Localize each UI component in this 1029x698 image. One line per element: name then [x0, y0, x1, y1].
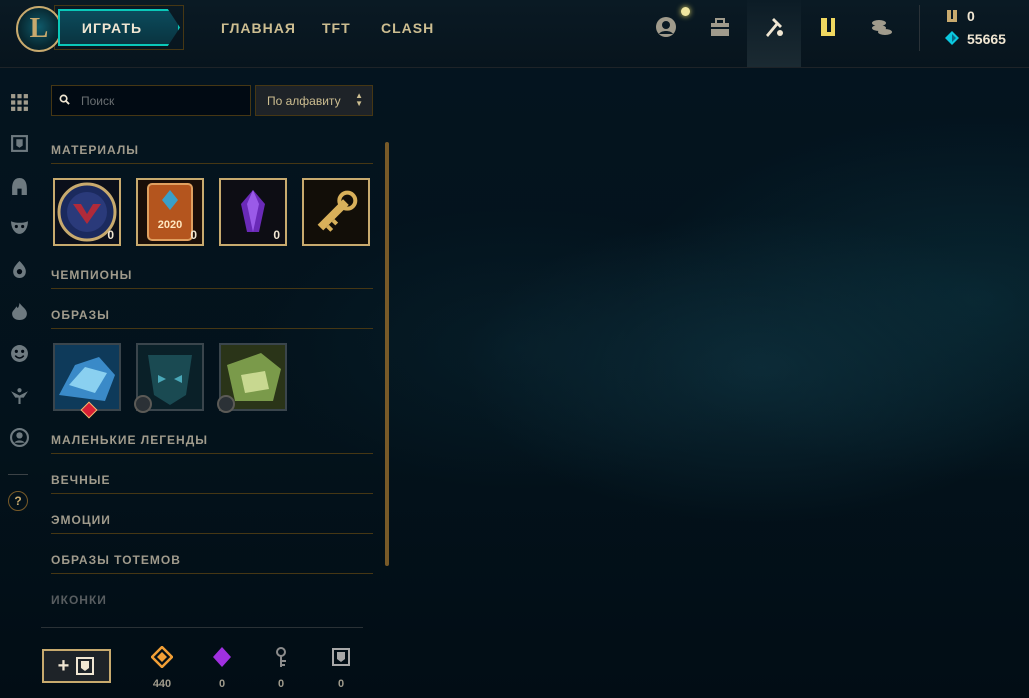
chevron-updown-icon: ▲ ▼ — [355, 91, 363, 108]
sort-dropdown-label: По алфавиту — [267, 93, 341, 108]
resource-value: 0 — [218, 678, 226, 690]
craft-chest-button[interactable]: + — [42, 649, 111, 683]
loot-icon[interactable] — [760, 13, 788, 41]
skin-tile[interactable] — [53, 343, 121, 419]
help-button[interactable]: ? — [8, 491, 28, 511]
resource-chest: 0 — [321, 645, 361, 690]
skin-tile[interactable] — [134, 343, 204, 413]
face-icon[interactable] — [9, 343, 29, 363]
material-count: 0 — [190, 228, 197, 242]
rarity-icon — [134, 395, 152, 413]
rail-divider — [8, 474, 28, 475]
resource-blue-essence: 440 — [142, 645, 182, 690]
notification-dot — [681, 7, 690, 16]
top-bar: L ИГРАТЬ ГЛАВНАЯ TFT CLASH 0 55665 — [0, 0, 1029, 68]
riot-points-balance: 55665 — [967, 31, 1006, 47]
store-icon[interactable] — [814, 13, 842, 41]
mask-icon[interactable] — [9, 216, 29, 236]
emote-icon[interactable] — [9, 301, 29, 321]
section-little-legends[interactable]: МАЛЕНЬКИЕ ЛЕГЕНДЫ — [51, 433, 373, 454]
resource-value: 440 — [152, 678, 172, 690]
section-eternals[interactable]: ВЕЧНЫЕ — [51, 473, 373, 494]
section-champions[interactable]: ЧЕМПИОНЫ — [51, 268, 373, 289]
helmet-icon[interactable] — [9, 176, 29, 196]
blue-essence-icon — [142, 645, 182, 669]
nav-clash[interactable]: CLASH — [381, 20, 434, 36]
search-box — [51, 85, 251, 116]
chest-icon[interactable] — [9, 133, 29, 153]
section-emotes[interactable]: ЭМОЦИИ — [51, 513, 373, 534]
svg-text:2020: 2020 — [158, 219, 182, 231]
totem-icon[interactable] — [9, 385, 29, 405]
section-materials[interactable]: МАТЕРИАЛЫ — [51, 143, 373, 164]
skin-1 — [55, 345, 119, 409]
key-icon — [304, 180, 368, 244]
section-skins[interactable]: ОБРАЗЫ — [51, 308, 373, 329]
grid-icon[interactable] — [9, 92, 29, 112]
ward-icon[interactable] — [9, 259, 29, 279]
material-tile[interactable]: 2020 0 — [136, 178, 204, 246]
nav-tft[interactable]: TFT — [322, 20, 351, 36]
orange-gem-icon — [202, 645, 242, 669]
material-count: 0 — [107, 228, 114, 242]
section-icons[interactable]: ИКОНКИ — [51, 593, 373, 613]
profile-icon[interactable] — [652, 13, 680, 41]
section-ward-skins[interactable]: ОБРАЗЫ ТОТЕМОВ — [51, 553, 373, 574]
collection-icon[interactable] — [706, 13, 734, 41]
header-divider — [919, 5, 920, 51]
material-count: 0 — [273, 228, 280, 242]
resource-orange-gem: 0 — [202, 645, 242, 690]
blue-essence-balance: 0 — [967, 8, 975, 24]
riot-points-icon — [945, 31, 959, 45]
blue-essence-currency-icon — [945, 9, 959, 23]
chest-outline-icon — [321, 645, 361, 669]
play-button[interactable]: ИГРАТЬ — [58, 9, 180, 46]
nav-home[interactable]: ГЛАВНАЯ — [221, 20, 296, 36]
resource-value: 0 — [277, 678, 285, 690]
profile-circle-icon[interactable] — [9, 427, 29, 447]
rarity-icon — [217, 395, 235, 413]
lol-logo[interactable]: L — [16, 6, 62, 52]
resource-value: 0 — [337, 678, 345, 690]
mission-icon[interactable] — [868, 13, 896, 41]
resource-key-fragment: 0 — [261, 645, 301, 690]
panel-scrollbar[interactable] — [385, 142, 389, 566]
search-input[interactable] — [79, 92, 243, 109]
sort-dropdown[interactable]: По алфавиту ▲ ▼ — [255, 85, 373, 116]
material-tile[interactable]: 0 — [219, 178, 287, 246]
key-fragment-icon — [261, 645, 301, 669]
material-tile[interactable] — [302, 178, 370, 246]
material-tile[interactable]: 0 — [53, 178, 121, 246]
plus-label: + — [57, 654, 70, 677]
skin-tile[interactable] — [217, 343, 287, 413]
footer-divider — [41, 627, 363, 628]
search-icon — [59, 94, 79, 108]
chest-outline-icon — [76, 657, 95, 675]
